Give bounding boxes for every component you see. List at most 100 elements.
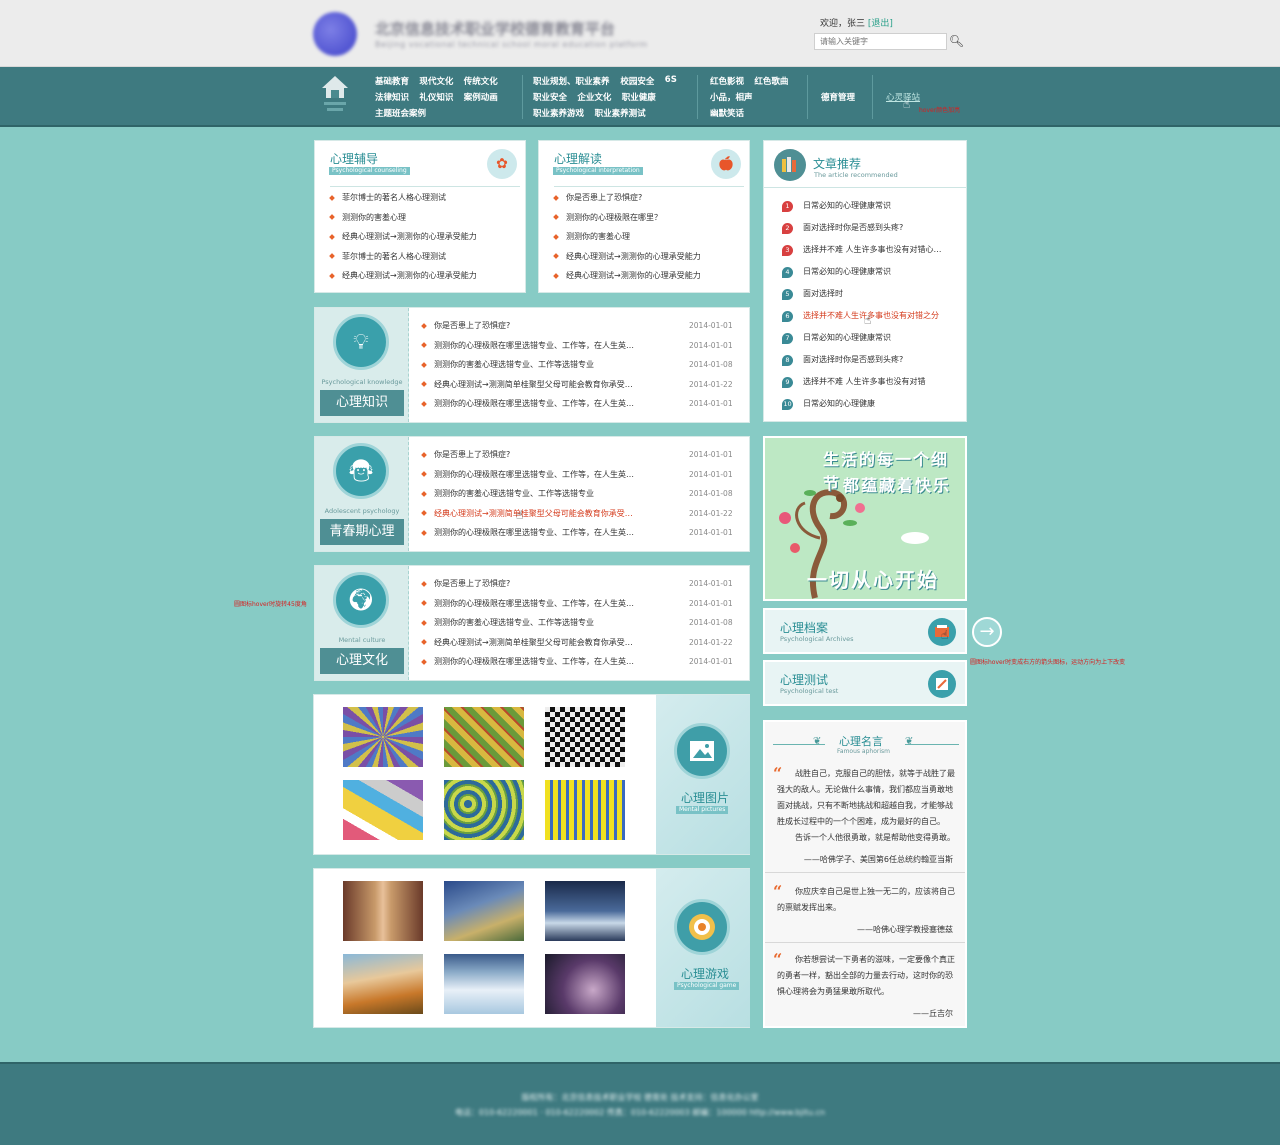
game-thumb-6[interactable] [545,954,625,1014]
list-item[interactable]: 测测你的心理极限在哪里？ [553,212,662,223]
table-row[interactable]: 经典心理测试→测测简单桂聚型父母可能会教育你承受… [421,508,633,519]
article-title[interactable]: 选择并不难 人生许多事也没有对错心… [803,245,942,254]
list-item[interactable]: 8 面对选择时你是否感到头疼? [782,354,903,366]
picture-icon[interactable] [674,723,730,779]
table-row[interactable]: 你是否患上了恐惧症? [421,578,510,589]
counseling-item-text[interactable]: 测测你的害羞心理 [342,213,406,222]
nav-link[interactable]: 主题班会案例 [375,107,426,119]
article-title[interactable]: 日常必知的心理健康常识 [803,201,891,210]
interpretation-item-text[interactable]: 经典心理测试→测测你的心理承受能力 [566,252,701,261]
list-item[interactable]: 3 选择并不难 人生许多事也没有对错心… [782,244,942,256]
counseling-item-text[interactable]: 经典心理测试→测测你的心理承受能力 [342,271,477,280]
nav-link[interactable]: 职业健康 [622,91,656,103]
article-title[interactable]: 面对选择时你是否感到头疼? [803,355,903,364]
row-title[interactable]: 经典心理测试→测测简单桂聚型父母可能会教育你承受… [434,380,633,389]
list-item[interactable]: 测测你的害羞心理 [329,212,406,223]
nav-link[interactable]: 小品，相声 [710,91,753,103]
nav-link[interactable]: 校园安全 [620,75,654,87]
pencil-icon[interactable] [928,670,956,698]
row-title[interactable]: 你是否患上了恐惧症? [434,321,510,330]
counseling-item-text[interactable]: 经典心理测试→测测你的心理承受能力 [342,232,477,241]
test-button[interactable]: 心理测试 Psychological test [763,660,967,706]
row-title[interactable]: 测测你的心理极限在哪里选错专业、工作等，在人生英… [434,599,634,608]
game-thumb-3[interactable] [545,881,625,941]
list-item[interactable]: 测测你的害羞心理 [553,231,630,242]
counseling-item-text[interactable]: 菲尔博士的著名人格心理测试 [342,252,446,261]
interpretation-item-text[interactable]: 你是否患上了恐惧症? [566,193,642,202]
illusion-thumb-3[interactable] [545,707,625,767]
table-row[interactable]: 测测你的心理极限在哪里选错专业、工作等，在人生英… [421,598,634,609]
list-item[interactable]: 经典心理测试→测测你的心理承受能力 [553,270,701,281]
table-row[interactable]: 你是否患上了恐惧症? [421,449,510,460]
nav-link[interactable]: 企业文化 [577,91,611,103]
table-row[interactable]: 经典心理测试→测测简单桂聚型父母可能会教育你承受… [421,637,633,648]
row-title[interactable]: 你是否患上了恐惧症? [434,450,510,459]
table-row[interactable]: 测测你的害羞心理选错专业、工作等选错专业 [421,617,594,628]
list-item[interactable]: 7 日常必知的心理健康常识 [782,332,891,344]
article-title[interactable]: 日常必知的心理健康 [803,399,875,408]
nav-link[interactable]: 案例动画 [464,91,498,103]
row-title[interactable]: 测测你的心理极限在哪里选错专业、工作等，在人生英… [434,399,634,408]
row-title[interactable]: 测测你的害羞心理选错专业、工作等选错专业 [434,618,594,627]
knowledge-title-button[interactable]: 心理知识 [320,390,404,416]
game-thumb-1[interactable] [343,881,423,941]
table-row[interactable]: 测测你的害羞心理选错专业、工作等选错专业 [421,359,594,370]
row-title[interactable]: 测测你的害羞心理选错专业、工作等选错专业 [434,360,594,369]
list-item[interactable]: 你是否患上了恐惧症? [553,192,642,203]
home-icon[interactable] [320,74,350,118]
culture-title-button[interactable]: 心理文化 [320,648,404,674]
list-item[interactable]: 经典心理测试→测测你的心理承受能力 [553,251,701,262]
banner[interactable]: 生活的每一个细节 都蕴藏着快乐 一切从心开始 [763,436,967,601]
illusion-thumb-6[interactable] [545,780,625,840]
archives-button[interactable]: 心理档案 Psychological Archives ☝ [763,608,967,654]
game-thumb-5[interactable] [444,954,524,1014]
nav-link[interactable]: 传统文化 [464,75,498,87]
school-logo[interactable] [313,12,357,56]
table-row[interactable]: 经典心理测试→测测简单桂聚型父母可能会教育你承受… [421,379,633,390]
illusion-thumb-5[interactable] [444,780,524,840]
nav-link[interactable]: 现代文化 [419,75,453,87]
girl-avatar-icon[interactable]: 👧︎ [333,443,389,499]
nav-link[interactable]: 幽默笑话 [710,107,744,119]
logout-link[interactable]: [退出] [868,19,893,29]
interpretation-item-text[interactable]: 经典心理测试→测测你的心理承受能力 [566,271,701,280]
list-item[interactable]: 经典心理测试→测测你的心理承受能力 [329,231,477,242]
article-title[interactable]: 面对选择时你是否感到头疼? [803,223,903,232]
illusion-thumb-1[interactable] [343,707,423,767]
nav-link[interactable]: 职业素养测试 [595,107,646,119]
list-item[interactable]: 5 面对选择时 [782,288,843,300]
interpretation-item-text[interactable]: 测测你的害羞心理 [566,232,630,241]
list-item[interactable]: 9 选择并不难 人生许多事也没有对错 [782,376,926,388]
nav-link[interactable]: 基础教育 [375,75,409,87]
row-title[interactable]: 你是否患上了恐惧症? [434,579,510,588]
table-row[interactable]: 你是否患上了恐惧症? [421,320,510,331]
list-item[interactable]: 1 日常必知的心理健康常识 [782,200,891,212]
adolescent-title-button[interactable]: 青春期心理 [320,519,404,545]
row-title[interactable]: 测测你的心理极限在哪里选错专业、工作等，在人生英… [434,657,634,666]
flower-icon[interactable]: ✿ [487,149,517,179]
article-title[interactable]: 日常必知的心理健康常识 [803,267,891,276]
arrow-right-icon[interactable]: → [972,617,1002,647]
row-title[interactable]: 测测你的心理极限在哪里选错专业、工作等，在人生英… [434,341,634,350]
list-item[interactable]: 6 选择并不难人生许多事也没有对错之分 [782,310,939,322]
nav-link[interactable]: 职业规划、职业素养 [533,75,610,87]
table-row[interactable]: 测测你的心理极限在哪里选错专业、工作等，在人生英… [421,469,634,480]
table-row[interactable]: 测测你的心理极限在哪里选错专业、工作等，在人生英… [421,340,634,351]
nav-link[interactable]: 职业安全 [533,91,567,103]
illusion-thumb-4[interactable] [343,780,423,840]
target-icon[interactable] [674,899,730,955]
nav-link[interactable]: 职业素养游戏 [533,107,584,119]
interpretation-item-text[interactable]: 测测你的心理极限在哪里？ [566,213,662,222]
illusion-thumb-2[interactable] [444,707,524,767]
row-title[interactable]: 经典心理测试→测测简单桂聚型父母可能会教育你承受… [434,509,633,518]
table-row[interactable]: 测测你的心理极限在哪里选错专业、工作等，在人生英… [421,656,634,667]
list-item[interactable]: 菲尔博士的著名人格心理测试 [329,192,446,203]
nav-moral-management[interactable]: 德育管理 [821,91,855,103]
nav-link[interactable]: 礼仪知识 [419,91,453,103]
nav-link[interactable]: 法律知识 [375,91,409,103]
article-title[interactable]: 面对选择时 [803,289,843,298]
counseling-item-text[interactable]: 菲尔博士的著名人格心理测试 [342,193,446,202]
nav-link[interactable]: 6S [665,75,677,85]
table-row[interactable]: 测测你的心理极限在哪里选错专业、工作等，在人生英… [421,398,634,409]
article-title[interactable]: 选择并不难 人生许多事也没有对错 [803,377,926,386]
